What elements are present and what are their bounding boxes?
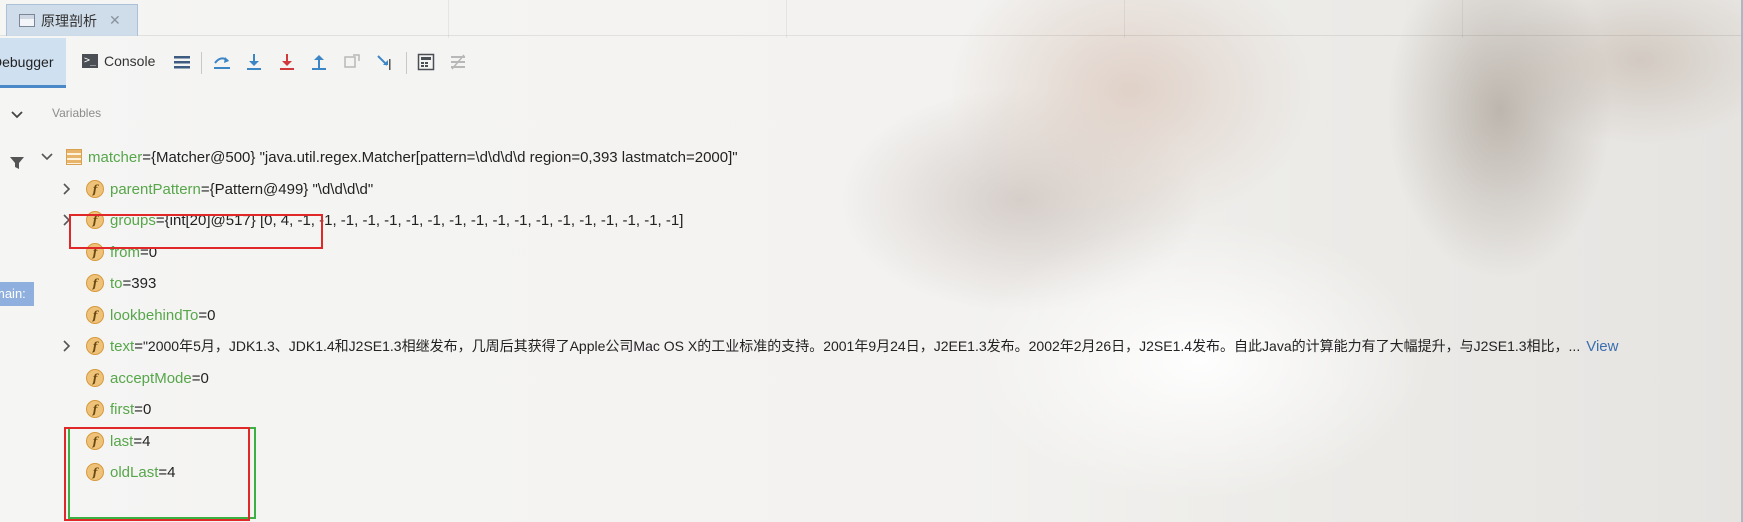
debug-tab-icon: [19, 14, 35, 27]
view-link[interactable]: View: [1586, 338, 1618, 355]
field-icon: f: [86, 432, 104, 450]
close-icon[interactable]: ✕: [109, 12, 121, 29]
equals-sign: =: [142, 148, 151, 166]
step-over-icon[interactable]: [243, 51, 265, 73]
variable-name: lookbehindTo: [110, 306, 199, 324]
field-icon: f: [86, 369, 104, 387]
variable-value: 4: [167, 463, 176, 481]
tree-row-acceptMode[interactable]: f acceptMode = 0: [86, 361, 209, 395]
console-tab-label: Console: [104, 53, 156, 69]
field-icon: f: [86, 243, 104, 261]
field-icon: f: [86, 306, 104, 324]
chevron-right-icon[interactable]: [60, 182, 74, 196]
variable-name: groups: [110, 211, 156, 229]
variable-name: matcher: [88, 148, 143, 166]
tree-row-last[interactable]: f last = 4: [86, 424, 150, 458]
tab-label: 原理剖析: [41, 12, 97, 29]
field-icon: f: [86, 180, 104, 198]
tab-debugger[interactable]: Debugger: [0, 38, 66, 88]
equals-sign: =: [140, 243, 149, 261]
chevron-down-icon[interactable]: [8, 106, 26, 124]
tree-row-to[interactable]: f to = 393: [86, 266, 156, 300]
object-icon: [66, 149, 82, 165]
variable-name: to: [110, 274, 123, 292]
debug-toolbar: Debugger >_ Console: [0, 38, 1743, 88]
console-icon: >_: [82, 54, 98, 68]
variable-value: 4: [142, 432, 151, 450]
field-icon: f: [86, 211, 104, 229]
variable-value: 393: [131, 274, 157, 292]
variable-value: 0: [207, 306, 216, 324]
variable-value: {Matcher@500} "java.util.regex.Matcher[p…: [150, 148, 738, 166]
variable-value: "2000年5月，JDK1.3、JDK1.4和J2SE1.3相继发布，几周后其获…: [142, 338, 1581, 354]
equals-sign: =: [134, 337, 143, 355]
variable-name: oldLast: [110, 463, 159, 481]
chevron-right-icon[interactable]: [60, 339, 74, 353]
equals-sign: =: [133, 432, 143, 450]
variable-name: parentPattern: [110, 180, 201, 198]
filter-icon[interactable]: [8, 154, 26, 172]
frame-main[interactable]: main:: [0, 282, 34, 306]
variable-value: {Pattern@499} "\d\d\d\d": [209, 180, 374, 198]
trace-icon[interactable]: [447, 51, 469, 73]
tab-principle-analysis[interactable]: 原理剖析 ✕: [6, 4, 138, 36]
tab-console[interactable]: >_ Console: [82, 53, 155, 69]
tree-row-parentPattern[interactable]: f parentPattern = {Pattern@499} "\d\d\d\…: [60, 172, 373, 206]
show-execution-point-icon[interactable]: [211, 51, 233, 73]
tree-row-oldLast[interactable]: f oldLast = 4: [86, 455, 175, 489]
equals-sign: =: [155, 211, 165, 229]
variable-value: 0: [200, 369, 209, 387]
field-icon: f: [86, 463, 104, 481]
chevron-right-icon[interactable]: [60, 213, 74, 227]
chevron-down-icon[interactable]: [40, 150, 54, 164]
drop-frame-icon[interactable]: [341, 51, 363, 73]
run-to-cursor-icon[interactable]: [374, 51, 396, 73]
variable-value: 0: [142, 400, 152, 418]
variable-name: first: [110, 400, 135, 418]
variable-value: 0: [148, 243, 158, 261]
tree-row-text[interactable]: f text = "2000年5月，JDK1.3、JDK1.4和J2SE1.3相…: [60, 329, 1740, 363]
toolbar-separator: [406, 52, 407, 74]
frames-gutter: main:: [0, 90, 34, 522]
tree-row-first[interactable]: f first = 0: [86, 392, 151, 426]
toolbar-separator: [201, 52, 202, 74]
field-icon: f: [86, 274, 104, 292]
tree-row-lookbehindTo[interactable]: f lookbehindTo = 0: [86, 298, 216, 332]
debugger-tab-label: Debugger: [0, 53, 54, 70]
editor-tab-bar: 原理剖析 ✕: [0, 0, 1743, 36]
variable-name: from: [110, 243, 140, 261]
variable-name: last: [110, 432, 134, 450]
tree-row-matcher[interactable]: matcher = {Matcher@500} "java.util.regex…: [40, 140, 738, 174]
evaluate-expression-icon[interactable]: [415, 51, 437, 73]
equals-sign: =: [134, 400, 143, 418]
equals-sign: =: [200, 180, 210, 198]
tree-row-from[interactable]: f from = 0: [86, 235, 157, 269]
layout-settings-icon[interactable]: [171, 51, 193, 73]
step-into-icon[interactable]: [276, 51, 298, 73]
variable-name: text: [110, 337, 135, 355]
equals-sign: =: [122, 274, 132, 292]
frame-label: main:: [0, 286, 26, 301]
field-icon: f: [86, 400, 104, 418]
variable-value: {int[20]@517} [0, 4, -1, -1, -1, -1, -1,…: [164, 211, 684, 229]
equals-sign: =: [198, 306, 208, 324]
step-out-icon[interactable]: [308, 51, 330, 73]
equals-sign: =: [158, 463, 168, 481]
variable-name: acceptMode: [110, 369, 192, 387]
equals-sign: =: [191, 369, 201, 387]
tree-row-groups[interactable]: f groups = {int[20]@517} [0, 4, -1, -1, …: [60, 203, 683, 237]
variables-header: Variables: [52, 106, 102, 120]
field-icon: f: [86, 337, 104, 355]
